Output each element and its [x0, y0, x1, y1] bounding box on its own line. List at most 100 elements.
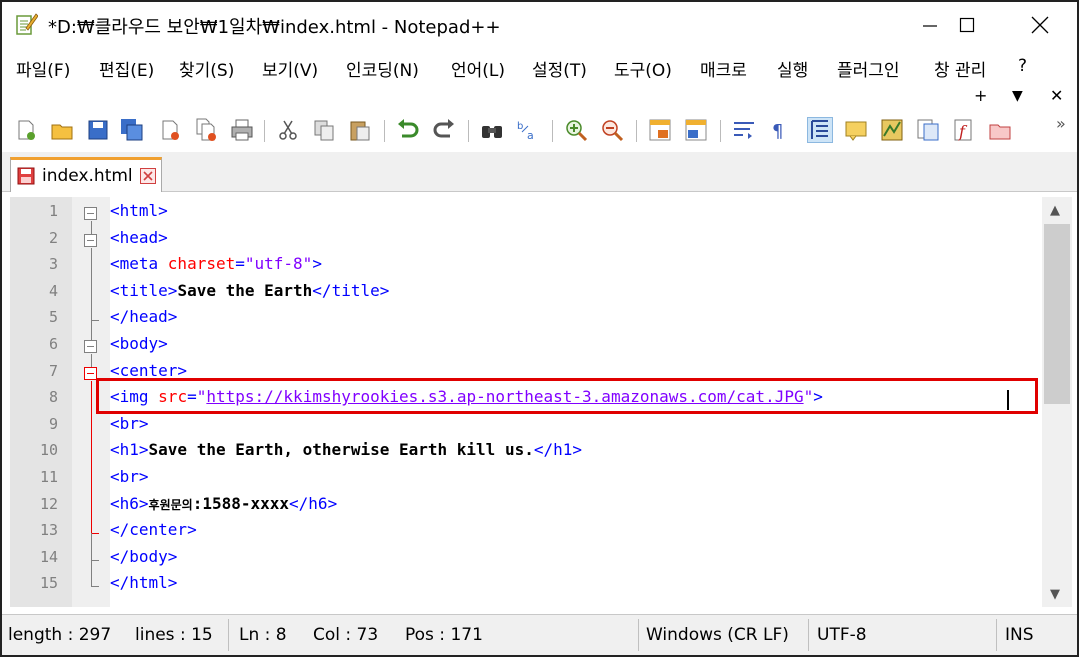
toolbar-overflow-button[interactable]: » [1056, 114, 1066, 133]
status-eol-format[interactable]: Windows (CR LF) [646, 625, 789, 645]
code-token: <html> [110, 201, 168, 220]
status-line-number: Ln : 8 [239, 625, 287, 645]
code-line[interactable]: <html> [110, 201, 168, 220]
menu-plugins[interactable]: 플러그인 [837, 56, 900, 81]
menu-file[interactable]: 파일(F) [16, 56, 70, 81]
tab-close-icon[interactable] [139, 168, 156, 184]
close-file-icon[interactable] [158, 118, 182, 142]
menu-view[interactable]: 보기(V) [262, 56, 318, 81]
line-number: 3 [48, 255, 58, 274]
user-defined-language-icon[interactable] [844, 118, 868, 142]
code-line[interactable]: </head> [110, 307, 177, 326]
code-line[interactable]: </body> [110, 547, 177, 566]
word-wrap-icon[interactable] [732, 118, 756, 142]
redo-icon[interactable] [432, 118, 456, 142]
tab-list-dropdown-button[interactable]: ▼ [1012, 88, 1023, 104]
fold-toggle-icon[interactable] [84, 233, 97, 247]
code-line[interactable]: <title>Save the Earth</title> [110, 281, 389, 300]
menu-tools[interactable]: 도구(O) [614, 56, 672, 81]
line-number: 12 [39, 494, 58, 513]
status-position: Pos : 171 [405, 625, 483, 645]
paste-icon[interactable] [348, 118, 372, 142]
monitoring-icon[interactable] [988, 118, 1012, 142]
status-insert-mode[interactable]: INS [1005, 625, 1034, 645]
toolbar-separator [384, 120, 385, 142]
fold-toggle-icon[interactable] [84, 340, 97, 353]
status-encoding[interactable]: UTF-8 [817, 625, 867, 645]
scroll-up-arrow[interactable]: ▲ [1050, 203, 1060, 218]
fold-end-marker [91, 320, 99, 322]
replace-icon[interactable]: ba [516, 118, 540, 142]
close-all-icon[interactable] [194, 118, 218, 142]
show-all-characters-icon[interactable]: ¶ [768, 118, 792, 142]
fold-toggle-icon[interactable] [84, 207, 97, 220]
save-icon[interactable] [86, 118, 110, 142]
status-separator [638, 619, 639, 651]
vertical-scrollbar-thumb[interactable] [1044, 224, 1070, 404]
find-icon[interactable] [480, 118, 504, 142]
fold-line [91, 221, 92, 234]
scroll-down-arrow[interactable]: ▼ [1050, 587, 1060, 602]
menu-help[interactable]: ? [1018, 56, 1027, 76]
menu-settings[interactable]: 설정(T) [532, 56, 587, 81]
code-line[interactable]: </center> [110, 520, 197, 539]
fold-line [91, 320, 92, 340]
code-token: <br> [110, 413, 149, 433]
code-line[interactable]: <head> [110, 228, 168, 247]
new-tab-plus-button[interactable]: + [974, 86, 987, 105]
maximize-button[interactable] [937, 2, 997, 48]
toolbar-separator [636, 120, 637, 142]
line-number: 1 [48, 202, 58, 220]
code-line[interactable]: <meta charset="utf-8"> [110, 254, 322, 273]
indent-guide-icon[interactable] [807, 117, 833, 143]
function-list-icon[interactable] [916, 118, 940, 142]
status-separator [228, 619, 229, 651]
status-separator [996, 619, 997, 651]
document-map-icon[interactable] [880, 118, 904, 142]
menu-encoding[interactable]: 인코딩(N) [346, 56, 419, 81]
folder-as-workspace-icon[interactable]: f [952, 118, 976, 142]
menu-language[interactable]: 언어(L) [451, 56, 505, 81]
new-file-icon[interactable] [14, 118, 38, 142]
zoom-in-icon[interactable] [564, 118, 588, 142]
tab-index-html[interactable]: index.html [10, 157, 162, 192]
tab-bar: index.html [2, 152, 1077, 192]
undo-icon[interactable] [396, 118, 420, 142]
code-line[interactable]: <center> [110, 361, 187, 380]
open-file-icon[interactable] [50, 118, 74, 142]
close-document-button[interactable]: ✕ [1050, 86, 1063, 105]
code-token: </head> [110, 307, 178, 327]
print-icon[interactable] [230, 118, 254, 142]
status-separator [808, 619, 809, 651]
code-line[interactable]: <body> [110, 334, 168, 353]
code-line[interactable]: <h6>후원문의:1588-xxxx</h6> [110, 494, 337, 513]
cut-icon[interactable] [276, 118, 300, 142]
line-number: 5 [48, 308, 58, 327]
menu-run[interactable]: 실행 [777, 56, 808, 81]
code-token: </center> [110, 520, 197, 540]
line-number: 9 [48, 414, 58, 433]
code-line[interactable]: <h1>Save the Earth, otherwise Earth kill… [110, 440, 582, 459]
code-line[interactable]: <br> [110, 414, 149, 433]
code-line[interactable]: <br> [110, 467, 149, 486]
close-window-button[interactable] [1010, 2, 1070, 48]
sync-vertical-scroll-icon[interactable] [648, 118, 672, 142]
line-number: 11 [39, 468, 58, 486]
sync-horizontal-scroll-icon[interactable] [684, 118, 708, 142]
code-token: </title> [312, 280, 390, 300]
menu-window[interactable]: 창 관리 [934, 56, 986, 81]
line-number: 4 [48, 281, 58, 300]
code-token: "utf-8" [244, 254, 313, 274]
menu-search[interactable]: 찾기(S) [179, 56, 234, 81]
fold-line [91, 354, 92, 367]
code-line[interactable]: </html> [110, 573, 177, 592]
menu-macro[interactable]: 매크로 [700, 56, 747, 81]
copy-icon[interactable] [312, 118, 336, 142]
unsaved-file-icon [17, 167, 35, 185]
line-number: 15 [39, 574, 58, 593]
fold-line [91, 380, 92, 534]
menu-edit[interactable]: 편집(E) [99, 56, 154, 81]
line-number: 14 [39, 547, 58, 566]
zoom-out-icon[interactable] [600, 118, 624, 142]
save-all-icon[interactable] [120, 118, 144, 142]
